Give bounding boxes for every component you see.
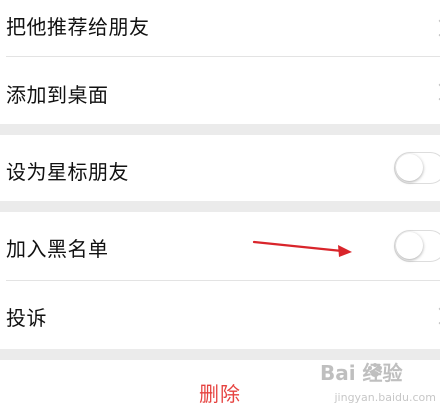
star-friend-label: 设为星标朋友 xyxy=(6,160,129,184)
complain-row[interactable]: 投诉 xyxy=(0,281,440,349)
chevron-right-icon xyxy=(431,83,440,101)
privacy-group: 加入黑名单 投诉 xyxy=(0,212,440,349)
recommend-to-friend-row[interactable]: 把他推荐给朋友 xyxy=(0,0,440,56)
blacklist-row: 加入黑名单 xyxy=(0,212,440,280)
baidu-jingyan-watermark: Bai 经验 jingyan.baidu.com xyxy=(318,356,440,406)
chevron-right-icon xyxy=(431,19,440,37)
blacklist-label: 加入黑名单 xyxy=(6,237,109,261)
star-friend-row: 设为星标朋友 xyxy=(0,135,440,201)
annotation-arrow-icon xyxy=(252,240,352,257)
recommend-to-friend-label: 把他推荐给朋友 xyxy=(6,15,150,39)
watermark-url: jingyan.baidu.com xyxy=(334,391,436,404)
baidu-paw-logo-icon: Bai 经验 xyxy=(320,361,403,385)
share-group: 把他推荐给朋友 添加到桌面 xyxy=(0,0,440,124)
contact-settings-screen: 把他推荐给朋友 添加到桌面 设为星标朋友 加入黑名单 投诉 删除 Bai 经验 … xyxy=(0,0,440,408)
star-friend-toggle[interactable] xyxy=(394,152,440,184)
add-to-desktop-row[interactable]: 添加到桌面 xyxy=(0,57,440,124)
toggle-knob xyxy=(396,232,423,259)
toggle-knob xyxy=(396,154,423,181)
chevron-right-icon xyxy=(431,307,440,325)
blacklist-toggle[interactable] xyxy=(394,230,440,262)
watermark-logo-text: Bai 经验 xyxy=(320,361,403,385)
complain-label: 投诉 xyxy=(6,306,47,330)
star-group: 设为星标朋友 xyxy=(0,135,440,201)
add-to-desktop-label: 添加到桌面 xyxy=(6,83,109,107)
